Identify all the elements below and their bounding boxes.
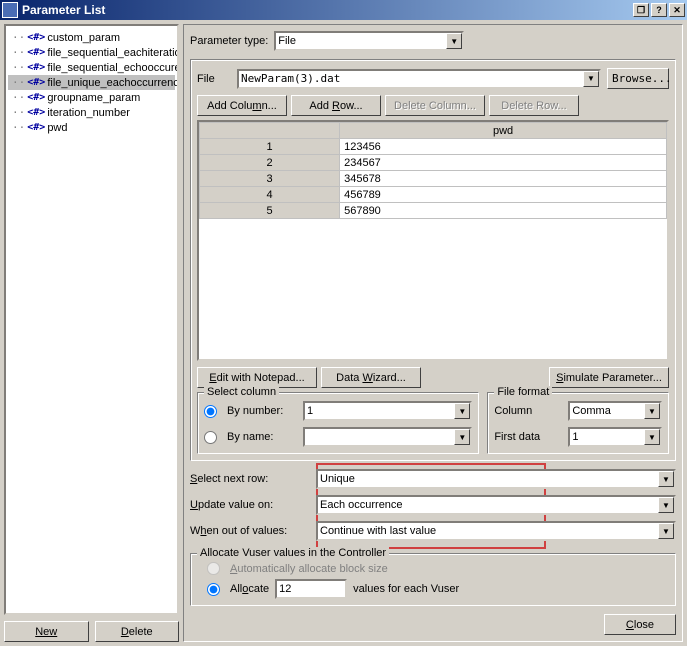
first-data-label: First data — [494, 431, 562, 443]
delete-row-button[interactable]: Delete Row... — [489, 95, 579, 116]
param-tag-icon: <#> — [27, 47, 45, 58]
when-out-select[interactable] — [316, 521, 676, 541]
restore-button[interactable]: ❐ — [633, 3, 649, 17]
by-number-select[interactable] — [303, 401, 472, 421]
update-value-on-label: Update value on: — [190, 499, 310, 511]
when-out-label: When out of values: — [190, 525, 310, 537]
tree-item-label: iteration_number — [47, 107, 130, 119]
data-wizard-button[interactable]: Data Wizard... — [321, 367, 421, 388]
browse-button[interactable]: Browse... — [607, 68, 669, 89]
edit-notepad-button[interactable]: Edit with Notepad... — [197, 367, 317, 388]
first-data-select[interactable] — [568, 427, 662, 447]
by-name-label: By name: — [227, 431, 297, 443]
window-title: Parameter List — [22, 3, 105, 17]
tree-item[interactable]: ··<#> pwd — [8, 120, 175, 135]
tree-item[interactable]: ··<#> file_unique_eachoccurrence — [8, 75, 175, 90]
tree-item-label: file_sequential_eachiteration — [47, 47, 179, 59]
param-type-select[interactable] — [274, 31, 464, 51]
tree-connector-icon: ·· — [12, 106, 25, 119]
close-button[interactable]: ✕ — [669, 3, 685, 17]
add-column-button[interactable]: Add Column... — [197, 95, 287, 116]
param-tag-icon: <#> — [27, 122, 45, 133]
tree-item[interactable]: ··<#> custom_param — [8, 30, 175, 45]
delete-column-button[interactable]: Delete Column... — [385, 95, 485, 116]
tree-connector-icon: ·· — [12, 31, 25, 44]
titlebar: Parameter List ❐ ? ✕ — [0, 0, 687, 20]
file-path-select[interactable] — [237, 69, 601, 89]
parameter-tree[interactable]: ··<#> custom_param··<#> file_sequential_… — [4, 24, 179, 615]
update-value-on-select[interactable] — [316, 495, 676, 515]
select-next-row-label: Select next row: — [190, 473, 310, 485]
file-format-legend: File format — [494, 386, 552, 398]
auto-allocate-radio — [207, 562, 220, 575]
tree-connector-icon: ·· — [12, 46, 25, 59]
simulate-parameter-button[interactable]: Simulate Parameter... — [549, 367, 669, 388]
allocate-value-input[interactable] — [275, 579, 347, 599]
tree-connector-icon: ·· — [12, 76, 25, 89]
tree-item-label: file_sequential_echooccurence — [47, 62, 179, 74]
param-tag-icon: <#> — [27, 107, 45, 118]
by-number-label: By number: — [227, 405, 297, 417]
add-row-button[interactable]: Add Row... — [291, 95, 381, 116]
tree-connector-icon: ·· — [12, 121, 25, 134]
delete-label-rest: elete — [129, 626, 153, 638]
tree-item-label: file_unique_eachoccurrence — [47, 77, 179, 89]
allocate-legend: Allocate Vuser values in the Controller — [197, 547, 389, 559]
allocate-suffix: values for each Vuser — [353, 583, 459, 595]
auto-allocate-label: Automatically allocate block size — [230, 563, 388, 575]
tree-item-label: custom_param — [47, 32, 120, 44]
tree-connector-icon: ·· — [12, 61, 25, 74]
param-tag-icon: <#> — [27, 32, 45, 43]
param-type-label: Parameter type: — [190, 35, 268, 47]
allocate-radio[interactable] — [207, 583, 220, 596]
tree-item-label: pwd — [47, 122, 67, 134]
by-name-select[interactable] — [303, 427, 472, 447]
param-tag-icon: <#> — [27, 92, 45, 103]
add-row-text: Add Row... — [309, 100, 362, 112]
file-label: File — [197, 73, 231, 85]
tree-item[interactable]: ··<#> file_sequential_eachiteration — [8, 45, 175, 60]
tree-connector-icon: ·· — [12, 91, 25, 104]
select-next-row-select[interactable] — [316, 469, 676, 489]
new-button[interactable]: New — [4, 621, 89, 642]
allocate-label: Allocate — [230, 583, 269, 595]
tree-item[interactable]: ··<#> iteration_number — [8, 105, 175, 120]
tree-item[interactable]: ··<#> groupname_param — [8, 90, 175, 105]
delete-button[interactable]: Delete — [95, 621, 180, 642]
data-table-area[interactable]: pwd11234562234567334567844567895567890 — [197, 120, 669, 361]
by-number-radio[interactable] — [204, 405, 217, 418]
add-col-text: Add Column... — [207, 100, 277, 112]
tree-item[interactable]: ··<#> file_sequential_echooccurence — [8, 60, 175, 75]
column-label: Column — [494, 405, 562, 417]
by-name-radio[interactable] — [204, 431, 217, 444]
help-button[interactable]: ? — [651, 3, 667, 17]
param-tag-icon: <#> — [27, 62, 45, 73]
close-dialog-button[interactable]: Close — [604, 614, 676, 635]
param-tag-icon: <#> — [27, 77, 45, 88]
data-table[interactable]: pwd11234562234567334567844567895567890 — [199, 122, 667, 219]
column-format-select[interactable] — [568, 401, 662, 421]
tree-item-label: groupname_param — [47, 92, 140, 104]
app-icon — [2, 2, 18, 18]
select-column-legend: Select column — [204, 386, 279, 398]
